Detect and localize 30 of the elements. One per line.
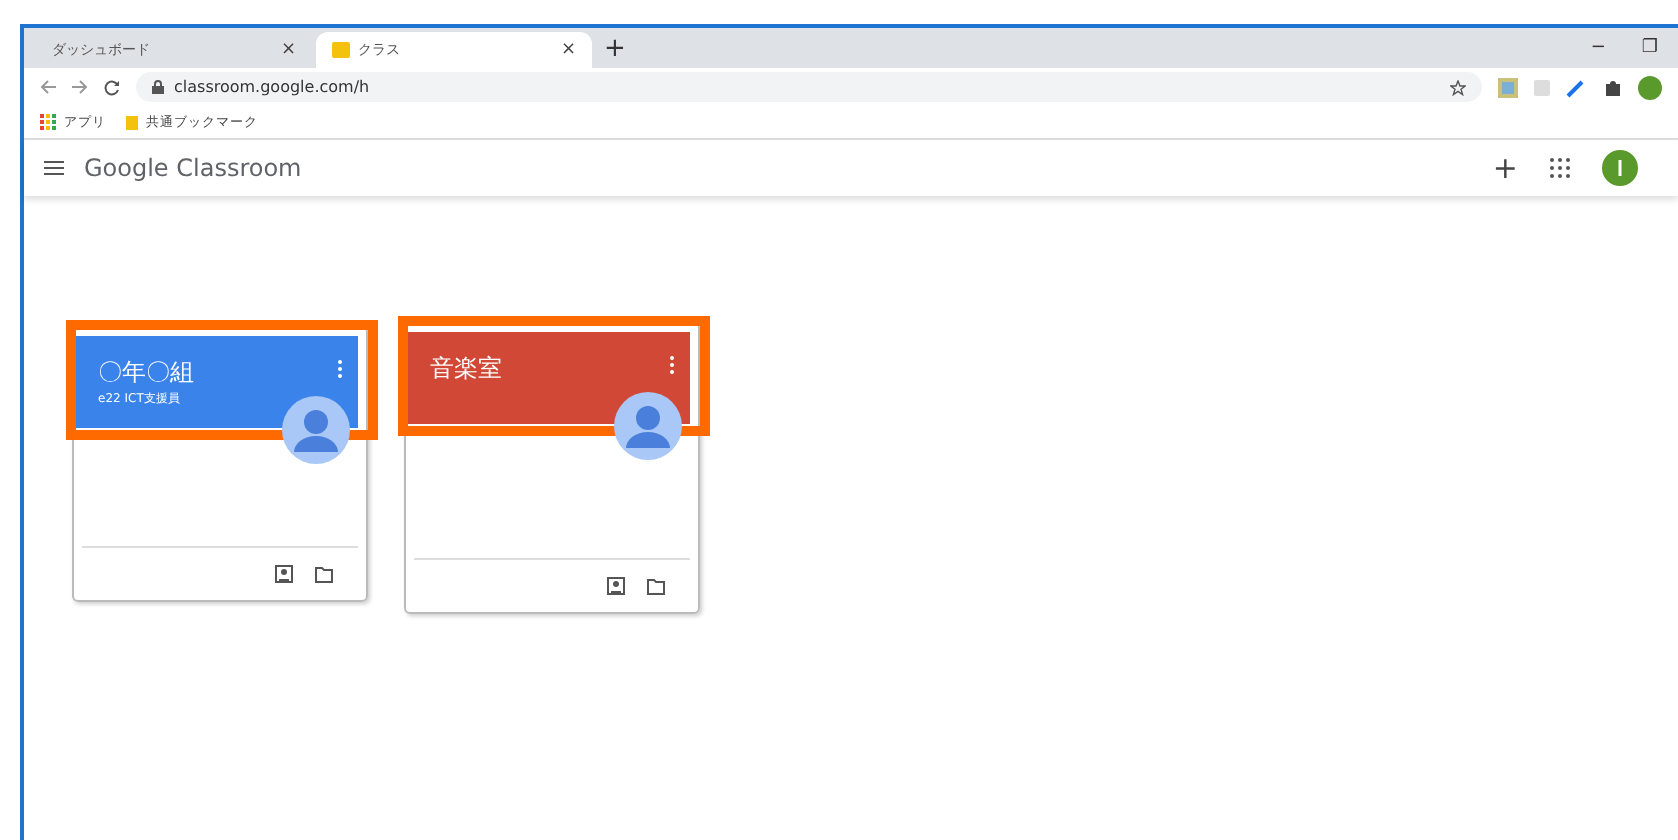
address-bar[interactable]: classroom.google.com/h	[136, 72, 1482, 102]
star-icon[interactable]	[1450, 79, 1466, 95]
assignment-icon[interactable]	[606, 576, 626, 596]
folder-icon[interactable]	[646, 576, 666, 596]
lock-icon	[152, 80, 164, 94]
class-name[interactable]: 〇年〇組	[98, 356, 194, 390]
forward-icon[interactable]	[72, 80, 88, 94]
class-name[interactable]: 音楽室	[430, 352, 502, 386]
folder-icon[interactable]	[314, 564, 334, 584]
assignment-icon[interactable]	[274, 564, 294, 584]
new-tab-button[interactable]: +	[604, 33, 626, 63]
classroom-favicon-icon	[332, 42, 350, 58]
apps-grid-icon	[40, 114, 56, 130]
profile-avatar[interactable]	[1638, 75, 1662, 99]
reload-icon[interactable]	[104, 79, 120, 95]
folder-icon	[126, 115, 138, 129]
profile-avatar[interactable]	[1602, 150, 1638, 186]
app-title: Google Classroom	[84, 154, 302, 182]
menu-icon[interactable]	[44, 160, 64, 176]
pen-icon[interactable]	[1566, 77, 1586, 97]
close-tab-icon[interactable]: ×	[560, 40, 576, 60]
teacher-avatar-icon	[282, 396, 350, 464]
class-card-header[interactable]: 音楽室	[406, 332, 690, 424]
window-control[interactable]: ❐	[1641, 38, 1658, 58]
teacher-avatar-icon	[614, 392, 682, 460]
close-tab-icon[interactable]: ×	[280, 40, 296, 60]
apps-grid-icon[interactable]	[1550, 158, 1570, 178]
back-icon[interactable]	[40, 80, 56, 94]
add-class-button[interactable]: +	[1492, 150, 1518, 186]
window-control[interactable]: −	[1590, 38, 1606, 58]
